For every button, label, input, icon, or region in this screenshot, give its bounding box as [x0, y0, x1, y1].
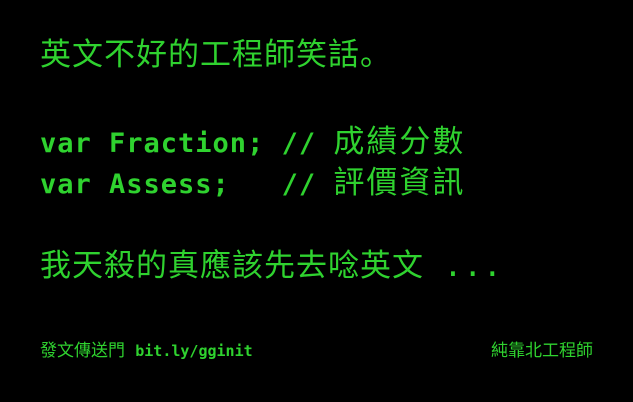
footer-submit: 發文傳送門 bit.ly/gginit: [40, 343, 253, 360]
footer-submit-label: 發文傳送門: [40, 341, 125, 361]
code-line-assess: var Assess; // 評價資訊: [40, 168, 465, 199]
code-text: var Assess; //: [40, 169, 334, 200]
meme-card: 英文不好的工程師笑話。 var Fraction; // 成績分數 var As…: [0, 0, 633, 402]
code-line-fraction: var Fraction; // 成績分數: [40, 127, 465, 158]
joke-title: 英文不好的工程師笑話。: [40, 37, 392, 73]
footer-brand: 純靠北工程師: [491, 341, 593, 361]
lament-text: 我天殺的真應該先去唸英文 ...: [40, 248, 503, 284]
footer-link[interactable]: bit.ly/gginit: [135, 342, 252, 360]
code-comment: 評價資訊: [333, 165, 466, 201]
code-text: var Fraction; //: [40, 128, 334, 159]
code-comment: 成績分數: [333, 124, 466, 160]
